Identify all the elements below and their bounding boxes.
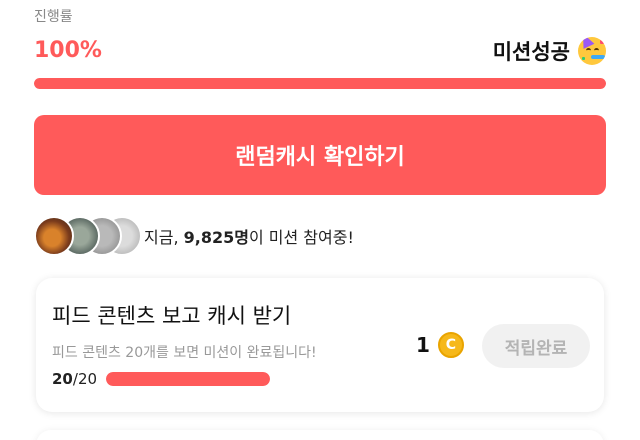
participant-avatars: [34, 214, 142, 258]
mission-status-text: 미션성공: [492, 40, 570, 64]
participants-suffix: 이 미션 참여중!: [248, 228, 354, 247]
mission-description: 피드 콘텐츠 20개를 보면 미션이 완료됩니다!: [52, 345, 317, 361]
mission-count-bar: [106, 372, 270, 386]
participants-prefix: 지금,: [144, 228, 184, 247]
progress-bar-fill: [34, 78, 606, 89]
participants-text: 지금, 9,825명이 미션 참여중!: [144, 224, 354, 248]
coin-icon: C: [437, 332, 464, 358]
mission-title: 피드 콘텐츠 보고 캐시 받기: [52, 304, 292, 328]
mission-count-total: 20: [77, 370, 98, 388]
participants-row: 지금, 9,825명이 미션 참여중!: [34, 214, 354, 258]
random-cash-check-button[interactable]: 랜덤캐시 확인하기: [34, 115, 606, 195]
mission-status: 미션성공: [493, 36, 606, 66]
progress-label: 진행률: [34, 9, 73, 25]
mission-page: 진행률 100% 미션성공 랜덤캐시 확인하기 지금, 9,825명이 미션 참…: [0, 0, 640, 440]
progress-value: 100%: [34, 38, 102, 63]
next-mission-card[interactable]: [36, 430, 604, 440]
reward: 1 C: [416, 332, 464, 358]
mission-count-current: 20: [52, 370, 73, 388]
mission-count-bar-fill: [106, 372, 270, 386]
mission-count: 20/20: [52, 370, 97, 388]
party-face-icon: [578, 37, 606, 65]
reward-amount: 1: [416, 333, 430, 357]
participants-count: 9,825명: [183, 228, 249, 247]
reward-claimed-button[interactable]: 적립완료: [482, 324, 590, 368]
mission-card[interactable]: 피드 콘텐츠 보고 캐시 받기 피드 콘텐츠 20개를 보면 미션이 완료됩니다…: [36, 278, 604, 412]
avatar: [34, 216, 74, 256]
progress-bar: [34, 78, 606, 89]
